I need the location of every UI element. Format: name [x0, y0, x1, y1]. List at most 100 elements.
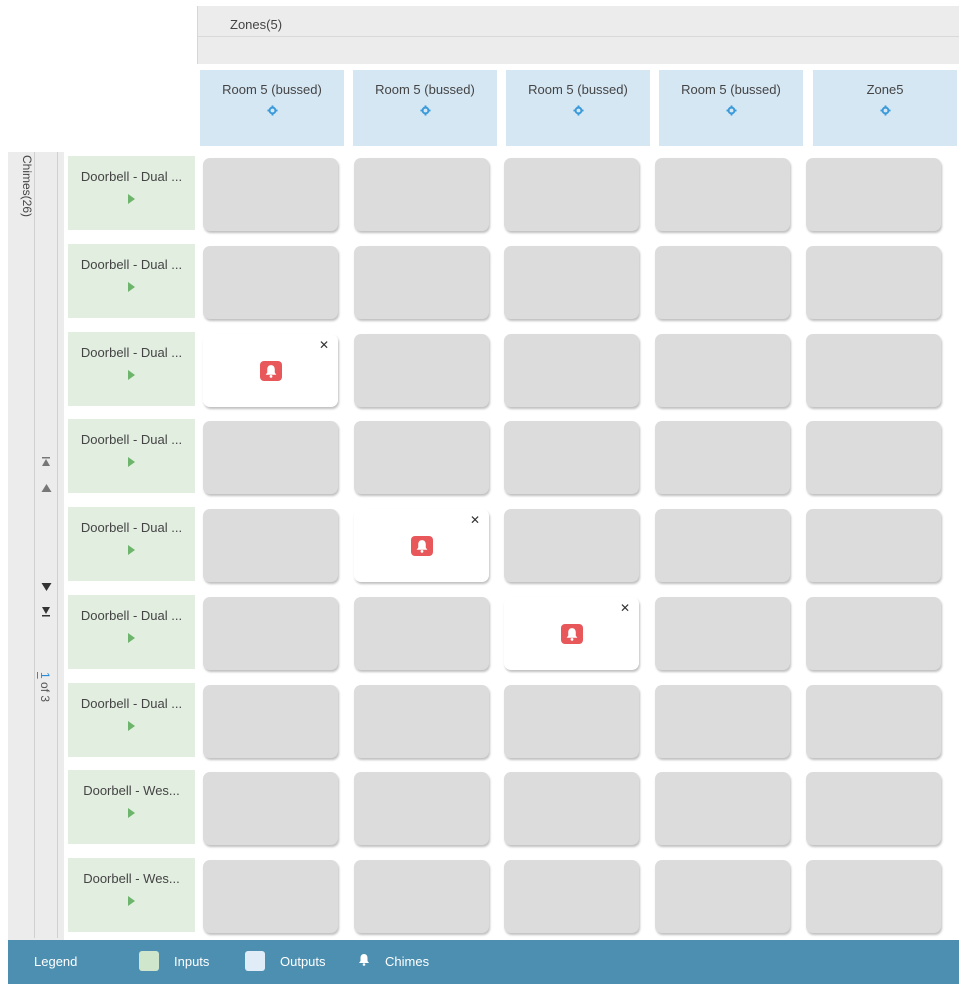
route-cell[interactable]: [655, 334, 790, 407]
route-cell[interactable]: [354, 685, 489, 758]
route-cell[interactable]: [806, 421, 941, 494]
play-icon[interactable]: [128, 808, 135, 818]
bell-icon: [260, 361, 282, 381]
gear-icon[interactable]: [725, 105, 737, 119]
input-label: Doorbell - Dual ...: [80, 432, 183, 447]
route-cell[interactable]: [354, 597, 489, 670]
input-row-label: Doorbell - Dual ...: [68, 156, 195, 230]
input-row-label: Doorbell - Dual ...: [68, 244, 195, 318]
legend-outputs: Outputs: [280, 954, 326, 969]
bell-icon: [358, 953, 370, 969]
play-icon[interactable]: [128, 194, 135, 204]
route-cell[interactable]: [655, 509, 790, 582]
route-cell[interactable]: [504, 421, 639, 494]
output-header: Room 5 (bussed): [353, 70, 497, 146]
play-icon[interactable]: [128, 545, 135, 555]
route-cell[interactable]: [806, 158, 941, 231]
input-row-label: Doorbell - Dual ...: [68, 595, 195, 669]
route-cell[interactable]: [203, 685, 338, 758]
route-cell[interactable]: [655, 158, 790, 231]
play-icon[interactable]: [128, 721, 135, 731]
play-icon[interactable]: [128, 457, 135, 467]
next-page-icon[interactable]: [35, 582, 57, 595]
input-label: Doorbell - Wes...: [83, 783, 180, 798]
route-cell[interactable]: [806, 246, 941, 319]
output-label: Room 5 (bussed): [222, 82, 322, 97]
chimes-header: Chimes(26): [20, 155, 34, 218]
input-row-label: Doorbell - Dual ...: [68, 419, 195, 493]
route-cell[interactable]: [806, 860, 941, 933]
route-cell[interactable]: [655, 246, 790, 319]
route-cell-active[interactable]: ✕: [203, 334, 338, 407]
route-cell[interactable]: [354, 334, 489, 407]
input-label: Doorbell - Dual ...: [80, 257, 183, 272]
current-page-link[interactable]: 1: [38, 672, 52, 679]
gear-icon[interactable]: [266, 105, 278, 119]
route-cell[interactable]: [806, 772, 941, 845]
output-header: Room 5 (bussed): [200, 70, 344, 146]
route-cell[interactable]: [203, 772, 338, 845]
input-row-label: Doorbell - Dual ...: [68, 683, 195, 757]
close-icon[interactable]: ✕: [319, 338, 329, 352]
route-cell[interactable]: [655, 421, 790, 494]
input-label: Doorbell - Dual ...: [80, 696, 183, 711]
legend-bar: Legend Inputs Outputs Chimes: [8, 940, 959, 984]
output-label: Room 5 (bussed): [375, 82, 475, 97]
route-cell[interactable]: [203, 597, 338, 670]
route-cell-active[interactable]: ✕: [504, 597, 639, 670]
input-row-label: Doorbell - Dual ...: [68, 332, 195, 406]
route-cell[interactable]: [203, 246, 338, 319]
input-label: Doorbell - Dual ...: [80, 520, 183, 535]
route-cell[interactable]: [504, 772, 639, 845]
route-cell[interactable]: [203, 509, 338, 582]
zones-header-bar: Zones(5): [197, 6, 959, 64]
route-cell[interactable]: [504, 509, 639, 582]
route-cell[interactable]: [203, 860, 338, 933]
page-total: of 3: [38, 682, 52, 703]
route-cell[interactable]: [504, 860, 639, 933]
route-cell[interactable]: [504, 685, 639, 758]
close-icon[interactable]: ✕: [470, 513, 480, 527]
play-icon[interactable]: [128, 633, 135, 643]
output-label: Room 5 (bussed): [681, 82, 781, 97]
route-cell[interactable]: [806, 685, 941, 758]
input-row-label: Doorbell - Wes...: [68, 770, 195, 844]
route-cell[interactable]: [806, 334, 941, 407]
route-cell[interactable]: [354, 246, 489, 319]
output-label: Room 5 (bussed): [528, 82, 628, 97]
output-header: Zone5: [813, 70, 957, 146]
route-cell[interactable]: [203, 421, 338, 494]
gear-icon[interactable]: [419, 105, 431, 119]
play-icon[interactable]: [128, 282, 135, 292]
gear-icon[interactable]: [572, 105, 584, 119]
prev-page-icon[interactable]: [35, 483, 57, 496]
input-label: Doorbell - Dual ...: [80, 608, 183, 623]
route-cell[interactable]: [203, 158, 338, 231]
close-icon[interactable]: ✕: [620, 601, 630, 615]
bell-icon: [411, 536, 433, 556]
route-cell[interactable]: [655, 597, 790, 670]
legend-chimes: Chimes: [385, 954, 430, 969]
route-cell[interactable]: [354, 421, 489, 494]
inputs-swatch: [139, 951, 159, 971]
output-header: Room 5 (bussed): [506, 70, 650, 146]
route-cell[interactable]: [504, 334, 639, 407]
last-page-icon[interactable]: [35, 607, 57, 620]
route-cell[interactable]: [354, 772, 489, 845]
route-cell[interactable]: [504, 246, 639, 319]
play-icon[interactable]: [128, 896, 135, 906]
first-page-icon[interactable]: [35, 457, 57, 470]
route-cell[interactable]: [354, 860, 489, 933]
play-icon[interactable]: [128, 370, 135, 380]
route-cell[interactable]: [806, 597, 941, 670]
route-cell[interactable]: [655, 685, 790, 758]
route-cell[interactable]: [806, 509, 941, 582]
route-cell[interactable]: [655, 772, 790, 845]
zones-header-divider: [198, 36, 959, 37]
route-cell-active[interactable]: ✕: [354, 509, 489, 582]
gear-icon[interactable]: [879, 105, 891, 119]
page-indicator: 1 of 3: [38, 672, 52, 702]
route-cell[interactable]: [655, 860, 790, 933]
route-cell[interactable]: [504, 158, 639, 231]
route-cell[interactable]: [354, 158, 489, 231]
